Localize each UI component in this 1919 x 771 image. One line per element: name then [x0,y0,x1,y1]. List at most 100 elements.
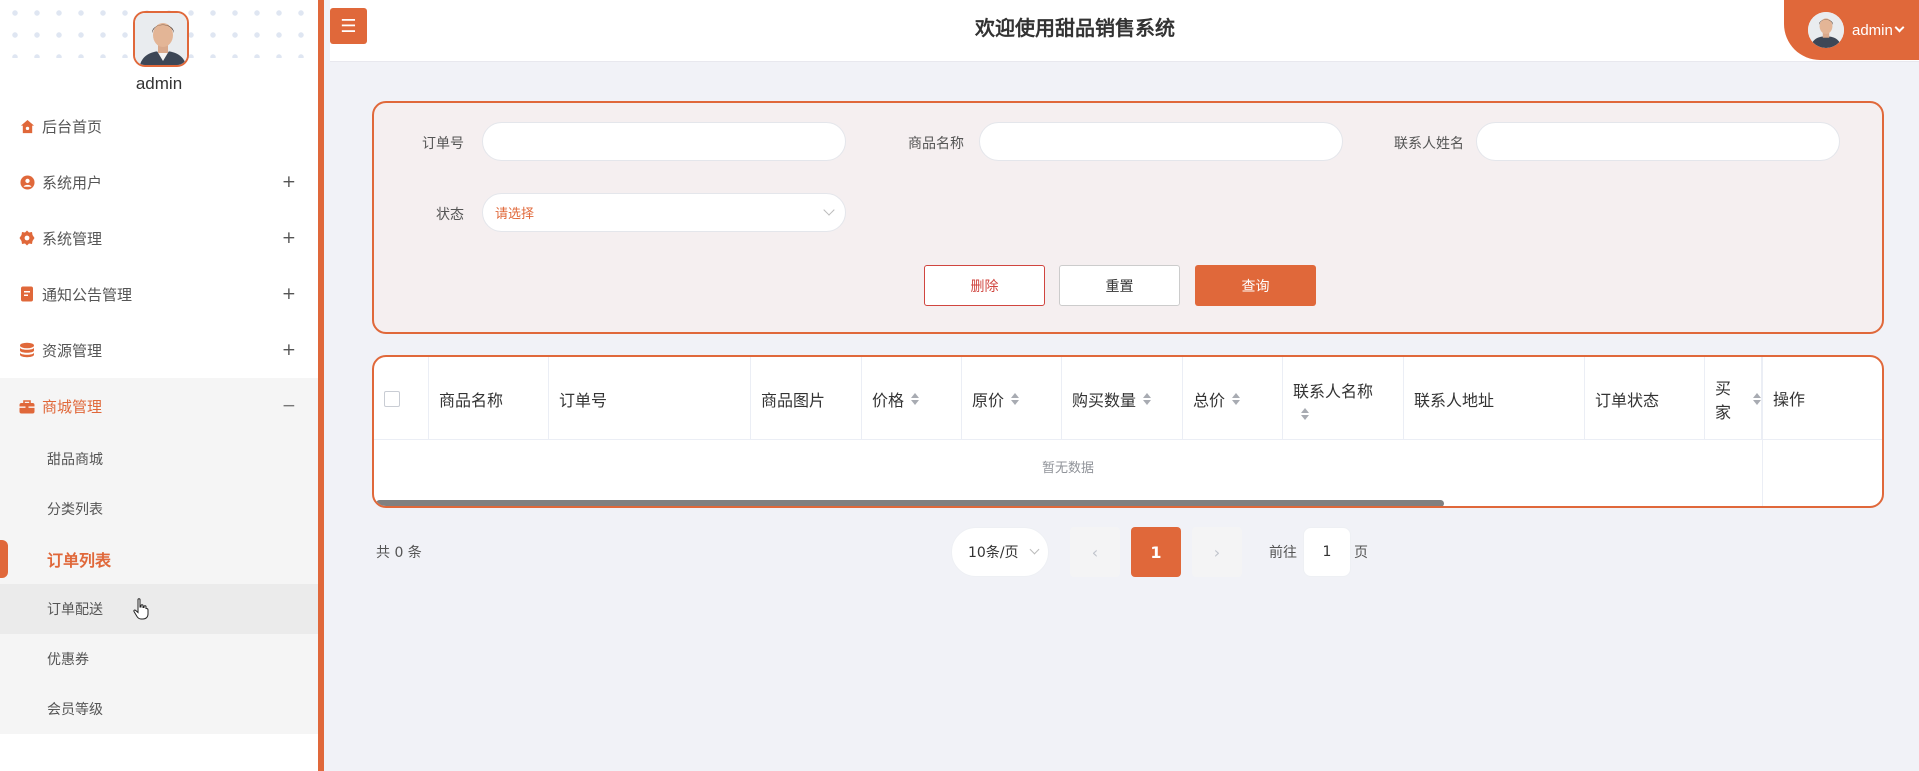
expand-icon[interactable]: + [282,340,296,360]
column-header: 商品图片 [751,357,862,440]
sort-icon[interactable] [1011,392,1020,405]
expand-icon[interactable]: + [282,228,296,248]
column-header-sortable[interactable]: 购买数量 [1062,357,1183,440]
sidebar-submenu-mall: 甜品商城 分类列表 订单列表 订单配送 优惠券 会员等级 [0,434,318,734]
sidebar-item-system-management[interactable]: 系统管理 + [0,210,318,266]
sort-icon[interactable] [1143,392,1152,405]
table-header: 商品名称 订单号 商品图片 价格 原价 购买数量 总价 联系人名称 联系人地址 … [374,357,1882,440]
sidebar-item-label: 资源管理 [42,341,103,360]
expand-icon[interactable]: + [282,284,296,304]
select-all-cell [374,357,429,440]
contact-name-input[interactable] [1476,122,1840,161]
sidebar-username: admin [135,74,183,93]
column-header-label: 总价 [1193,390,1226,410]
prev-page-button[interactable]: ‹ [1070,527,1120,577]
sidebar-subitem-coupons[interactable]: 优惠券 [0,634,318,684]
total-count: 共 0 条 [376,545,422,561]
fixed-actions-column: 操作 [1762,357,1882,506]
sort-icon[interactable] [1753,392,1761,405]
status-label: 状态 [436,207,464,223]
sidebar-item-notice-management[interactable]: 通知公告管理 + [0,266,318,322]
sort-icon[interactable] [1301,407,1309,420]
sidebar-subitem-member-level[interactable]: 会员等级 [0,684,318,734]
column-header-sortable[interactable]: 原价 [962,357,1062,440]
sidebar-item-system-users[interactable]: 系统用户 + [0,154,318,210]
user-icon [18,173,36,191]
delete-button[interactable]: 删除 [924,265,1045,306]
sort-icon[interactable] [1232,392,1241,405]
sort-icon[interactable] [911,392,920,405]
empty-state-text: 暂无数据 [1041,460,1094,476]
user-menu[interactable]: admin [1784,0,1919,60]
header-username: admin [1852,21,1893,39]
order-no-input[interactable] [482,122,846,161]
collapse-icon[interactable]: − [282,396,296,416]
chevron-right-icon: › [1213,542,1221,562]
page-size-value: 10条/页 [968,545,1019,561]
column-header: 订单号 [549,357,751,440]
orders-table: 商品名称 订单号 商品图片 价格 原价 购买数量 总价 联系人名称 联系人地址 … [372,355,1884,508]
page-title: 欢迎使用甜品销售系统 [975,16,1175,40]
column-header-label: 买家 [1715,378,1732,422]
sidebar-subitem-label: 甜品商城 [47,452,103,468]
sidebar-item-dashboard[interactable]: 后台首页 [0,98,318,154]
status-select[interactable]: 请选择 [482,193,846,232]
settings-icon [18,229,36,247]
column-header: 商品名称 [429,357,549,440]
column-header-sortable[interactable]: 联系人名称 [1283,357,1404,440]
sidebar-item-label: 系统用户 [42,173,103,192]
column-header-sortable[interactable]: 总价 [1183,357,1283,440]
notice-icon [18,285,36,303]
page-size-select[interactable]: 10条/页 [951,527,1049,577]
sidebar-menu: 后台首页 系统用户 + 系统管理 + 通知公告管理 + 资源管理 + 商城管理 … [0,98,318,734]
sidebar-subitem-order-list[interactable]: 订单列表 [0,534,318,584]
column-header-label: 联系人名称 [1293,381,1374,401]
sidebar-subitem-label: 会员等级 [47,702,103,718]
sidebar-avatar[interactable] [133,11,189,67]
home-icon [18,117,36,135]
contact-name-label: 联系人姓名 [1394,136,1464,152]
status-placeholder: 请选择 [495,207,535,222]
sidebar-item-mall-management[interactable]: 商城管理 − [0,378,318,434]
next-page-button[interactable]: › [1192,527,1242,577]
sidebar-item-label: 系统管理 [42,229,103,248]
column-header-label: 价格 [872,390,905,410]
sidebar-subitem-label: 订单配送 [47,602,103,618]
database-icon [18,341,36,359]
column-header-sortable[interactable]: 买家 [1705,357,1762,440]
sidebar-subitem-category-list[interactable]: 分类列表 [0,484,318,534]
column-header: 订单状态 [1585,357,1705,440]
reset-button[interactable]: 重置 [1059,265,1180,306]
chevron-down-icon [1029,544,1040,555]
column-header-label: 原价 [972,390,1005,410]
shop-icon [18,397,36,415]
column-header-sortable[interactable]: 价格 [862,357,962,440]
goods-name-label: 商品名称 [908,136,964,152]
select-all-checkbox[interactable] [384,390,400,407]
query-button[interactable]: 查询 [1195,265,1316,306]
sidebar: admin 后台首页 系统用户 + 系统管理 + 通知公告管理 + 资源管理 +… [0,0,324,771]
sidebar-item-label: 商城管理 [42,397,103,416]
expand-icon[interactable]: + [282,172,296,192]
chevron-left-icon: ‹ [1091,542,1099,562]
hand-cursor-icon [133,598,149,624]
page-number-button[interactable]: 1 [1131,527,1181,577]
sidebar-subitem-dessert-mall[interactable]: 甜品商城 [0,434,318,484]
sidebar-item-label: 后台首页 [42,117,103,136]
sidebar-subitem-label: 订单列表 [47,551,112,570]
sidebar-item-resource-management[interactable]: 资源管理 + [0,322,318,378]
order-no-label: 订单号 [422,136,464,152]
sidebar-subitem-label: 优惠券 [47,652,89,668]
column-header: 操作 [1763,357,1882,440]
sidebar-subitem-order-delivery[interactable]: 订单配送 [0,584,318,634]
goods-name-input[interactable] [979,122,1343,161]
chevron-down-icon [823,204,835,216]
header-avatar [1808,12,1844,48]
horizontal-scrollbar[interactable] [376,500,1444,506]
page-suffix-label: 页 [1354,545,1368,561]
goto-page-input[interactable]: 1 [1303,527,1351,577]
chevron-down-icon [1894,22,1905,32]
column-header-label: 购买数量 [1072,390,1137,410]
sidebar-item-label: 通知公告管理 [42,285,133,304]
column-header: 联系人地址 [1404,357,1585,440]
